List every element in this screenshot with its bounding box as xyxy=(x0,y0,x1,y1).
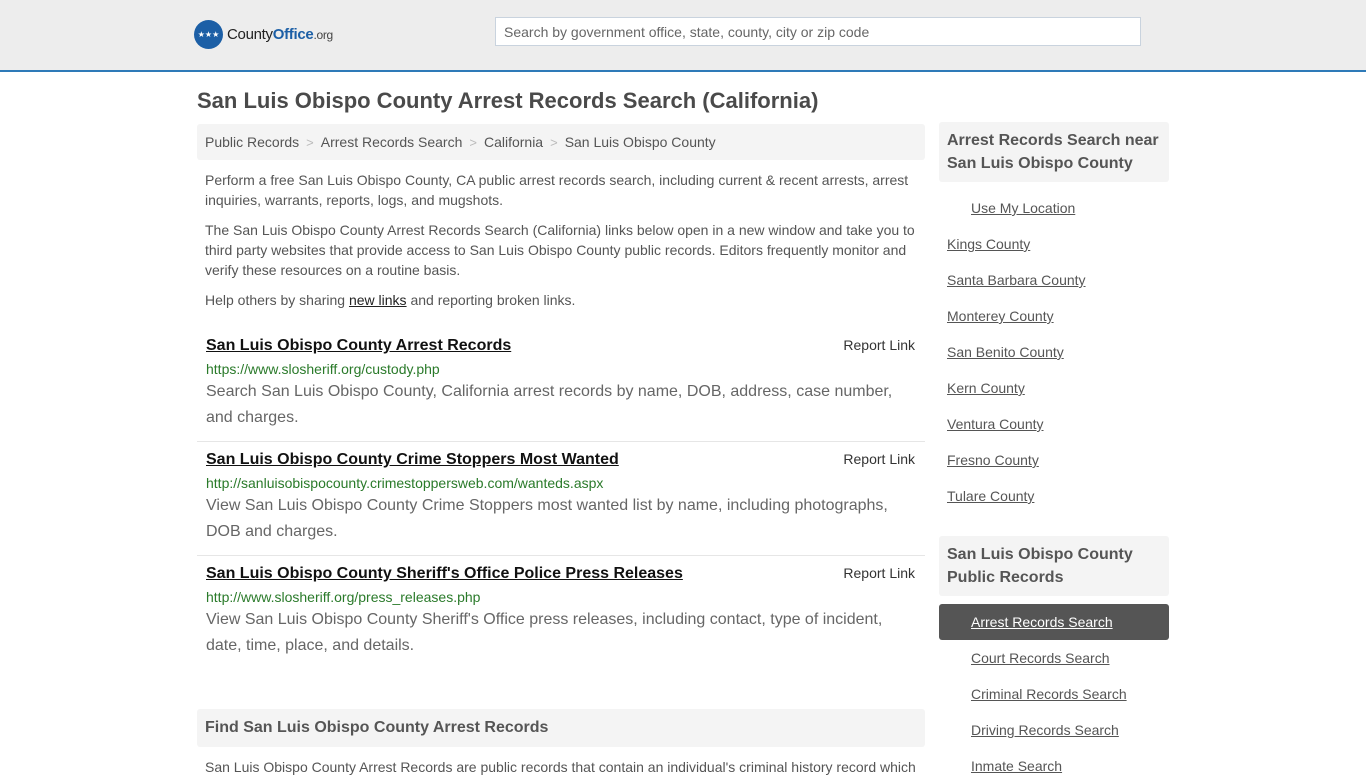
page-title: San Luis Obispo County Arrest Records Se… xyxy=(197,88,819,113)
result-title-link[interactable]: San Luis Obispo County Arrest Records xyxy=(206,336,511,356)
results-list: San Luis Obispo County Arrest Records Re… xyxy=(197,328,925,669)
search-input[interactable] xyxy=(495,17,1141,46)
result-item: San Luis Obispo County Crime Stoppers Mo… xyxy=(197,442,925,556)
find-records-text: San Luis Obispo County Arrest Records ar… xyxy=(205,759,916,775)
nearby-county-item: San Benito County xyxy=(939,334,1169,370)
result-description: View San Luis Obispo County Sheriff's Of… xyxy=(206,611,883,654)
nearby-county-link[interactable]: Ventura County xyxy=(947,416,1044,432)
new-links-link[interactable]: new links xyxy=(349,292,407,308)
breadcrumb-separator: > xyxy=(306,134,314,150)
main-content: Public Records > Arrest Records Search >… xyxy=(197,124,925,777)
breadcrumb-arrest-records-search[interactable]: Arrest Records Search xyxy=(321,134,463,150)
report-link-button[interactable]: Report Link xyxy=(843,565,915,581)
breadcrumb-county[interactable]: San Luis Obispo County xyxy=(565,134,716,150)
use-my-location-link[interactable]: Use My Location xyxy=(971,200,1075,216)
public-record-item: Driving Records Search xyxy=(939,712,1169,748)
nearby-county-item: Fresno County xyxy=(939,442,1169,478)
court-records-search-link[interactable]: Court Records Search xyxy=(971,650,1110,666)
result-title-link[interactable]: San Luis Obispo County Crime Stoppers Mo… xyxy=(206,450,619,470)
breadcrumb-separator: > xyxy=(469,134,477,150)
inmate-search-link[interactable]: Inmate Search xyxy=(971,758,1062,774)
result-description: Search San Luis Obispo County, Californi… xyxy=(206,383,893,426)
eagle-badge-icon: ★★★ xyxy=(194,20,223,49)
find-records-heading: Find San Luis Obispo County Arrest Recor… xyxy=(197,709,925,747)
nearby-heading: Arrest Records Search near San Luis Obis… xyxy=(939,122,1169,182)
criminal-records-search-link[interactable]: Criminal Records Search xyxy=(971,686,1127,702)
nearby-county-link[interactable]: Santa Barbara County xyxy=(947,272,1086,288)
sidebar: Arrest Records Search near San Luis Obis… xyxy=(939,122,1169,784)
nearby-counties-list: Use My Location Kings County Santa Barba… xyxy=(939,190,1169,514)
public-records-list: Arrest Records Search Court Records Sear… xyxy=(939,604,1169,784)
logo-text: CountyOffice.org xyxy=(227,26,333,43)
public-record-item: Court Records Search xyxy=(939,640,1169,676)
nearby-county-item: Santa Barbara County xyxy=(939,262,1169,298)
site-logo[interactable]: ★★★ CountyOffice.org xyxy=(194,20,333,49)
result-url: http://www.slosheriff.org/press_releases… xyxy=(206,589,481,605)
result-title-link[interactable]: San Luis Obispo County Sheriff's Office … xyxy=(206,564,683,584)
intro-paragraph: The San Luis Obispo County Arrest Record… xyxy=(205,222,915,278)
result-description: View San Luis Obispo County Crime Stoppe… xyxy=(206,497,888,540)
breadcrumb-separator: > xyxy=(550,134,558,150)
result-item: San Luis Obispo County Sheriff's Office … xyxy=(197,556,925,669)
public-record-item: Criminal Records Search xyxy=(939,676,1169,712)
driving-records-search-link[interactable]: Driving Records Search xyxy=(971,722,1119,738)
arrest-records-search-link[interactable]: Arrest Records Search xyxy=(971,614,1113,630)
breadcrumb-california[interactable]: California xyxy=(484,134,543,150)
public-record-item-active: Arrest Records Search xyxy=(939,604,1169,640)
report-link-button[interactable]: Report Link xyxy=(843,337,915,353)
nearby-county-item: Ventura County xyxy=(939,406,1169,442)
nearby-county-link[interactable]: Monterey County xyxy=(947,308,1054,324)
nearby-county-item: Kern County xyxy=(939,370,1169,406)
public-records-heading: San Luis Obispo County Public Records xyxy=(939,536,1169,596)
nearby-county-link[interactable]: Kings County xyxy=(947,236,1030,252)
intro: Perform a free San Luis Obispo County, C… xyxy=(197,170,925,310)
share-links-paragraph: Help others by sharing new links and rep… xyxy=(205,292,576,308)
public-record-item: Inmate Search xyxy=(939,748,1169,784)
report-link-button[interactable]: Report Link xyxy=(843,451,915,467)
use-my-location-item: Use My Location xyxy=(939,190,1169,226)
result-url: http://sanluisobispocounty.crimestoppers… xyxy=(206,475,604,491)
nearby-county-item: Kings County xyxy=(939,226,1169,262)
breadcrumb: Public Records > Arrest Records Search >… xyxy=(197,124,925,160)
site-header: ★★★ CountyOffice.org xyxy=(0,0,1366,72)
breadcrumb-public-records[interactable]: Public Records xyxy=(205,134,299,150)
nearby-county-item: Tulare County xyxy=(939,478,1169,514)
nearby-county-link[interactable]: Tulare County xyxy=(947,488,1034,504)
nearby-county-item: Monterey County xyxy=(939,298,1169,334)
result-url: https://www.slosheriff.org/custody.php xyxy=(206,361,440,377)
result-item: San Luis Obispo County Arrest Records Re… xyxy=(197,328,925,442)
nearby-county-link[interactable]: San Benito County xyxy=(947,344,1064,360)
intro-paragraph: Perform a free San Luis Obispo County, C… xyxy=(205,172,909,208)
nearby-county-link[interactable]: Fresno County xyxy=(947,452,1039,468)
nearby-county-link[interactable]: Kern County xyxy=(947,380,1025,396)
